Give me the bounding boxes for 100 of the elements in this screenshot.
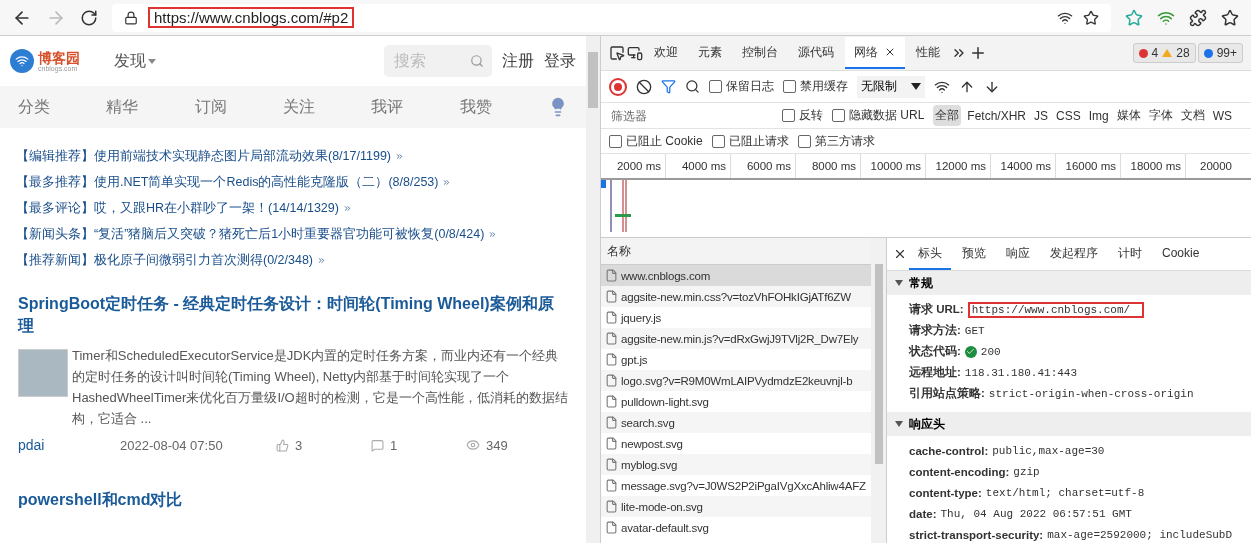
category-tab[interactable]: 精华 (106, 96, 179, 118)
timeline-tick: 10000 ms (861, 154, 926, 178)
address-bar[interactable]: https://www.cnblogs.com/#p2 (112, 3, 1111, 32)
type-filter[interactable]: CSS (1054, 106, 1083, 125)
category-tab[interactable]: 我赞 (459, 96, 532, 118)
detail-tab[interactable]: 发起程序 (1041, 238, 1107, 270)
header-key: 引用站点策略: (909, 386, 985, 401)
scrollbar-thumb[interactable] (874, 264, 883, 464)
featured-link[interactable]: 【推荐新闻】极化原子间微弱引力首次测得(0/2/348) (16, 252, 570, 269)
request-row[interactable]: logo.svg?v=R9M0WmLAIPVydmdzE2keuvnjl-b (601, 370, 871, 391)
type-filter[interactable]: WS (1210, 106, 1235, 125)
detail-tab[interactable]: 响应 (997, 238, 1039, 270)
thumbs-up-icon[interactable] (276, 438, 289, 452)
checkbox-label[interactable]: 已阻止 Cookie (609, 132, 703, 150)
puzzle-icon[interactable] (1189, 8, 1207, 27)
category-tab[interactable]: 关注 (283, 96, 355, 118)
throttle-select[interactable]: 无限制 (857, 75, 925, 98)
featured-link[interactable]: 【新闻头条】“复活”猪脑后又突破？猪死亡后1小时重要器官功能可被恢复(0/8/424) (16, 226, 570, 243)
file-icon (605, 416, 618, 429)
issues-badge[interactable]: 4 28 (1132, 43, 1196, 63)
featured-link[interactable]: 【最多推荐】使用.NET简单实现一个Redis的高性能克隆版（二）(8/8/253) (16, 174, 570, 191)
checkbox-label[interactable]: 保留日志 (709, 78, 774, 95)
request-row[interactable]: www.cnblogs.com (601, 265, 871, 286)
type-filter[interactable]: 全部 (933, 105, 962, 126)
clear-icon[interactable] (636, 78, 652, 95)
plus-icon[interactable] (969, 44, 987, 62)
header-value: max-age=2592000; includeSubD (1047, 528, 1233, 541)
file-icon (605, 458, 618, 471)
messages-badge[interactable]: 99+ (1197, 43, 1243, 63)
type-filter[interactable]: 媒体 (1114, 105, 1143, 126)
category-tab[interactable]: 分类 (18, 96, 90, 118)
category-tab[interactable]: 订阅 (194, 96, 267, 118)
view-count: 349 (486, 437, 509, 453)
filter-icon[interactable] (661, 79, 676, 94)
request-row[interactable]: aggsite-new.min.js?v=dRxGwjJ9TVlj2R_Dw7Ely (601, 328, 871, 349)
auth-link[interactable]: 登录 (544, 50, 576, 72)
detail-tab[interactable]: 计时 (1109, 238, 1151, 270)
detail-tab[interactable]: Cookie (1153, 238, 1209, 270)
type-filter[interactable]: JS (1032, 106, 1051, 125)
photo-placeholder (18, 349, 68, 397)
devtools-tab[interactable]: 源代码 (789, 37, 843, 69)
record-icon[interactable] (609, 77, 627, 96)
detail-tab[interactable]: 预览 (953, 238, 995, 270)
article-title[interactable]: SpringBoot定时任务 - 经典定时任务设计：时间轮(Timing Wheel)案例和原理 (18, 293, 568, 337)
request-row[interactable]: aggsite-new.min.css?v=tozVhFOHkIGjATf6ZW (601, 286, 871, 307)
header-key: 请求方法: (909, 323, 961, 338)
devtools-tab[interactable]: 性能 (907, 37, 949, 69)
header-value: 118.31.180.41:443 (964, 366, 1078, 379)
featured-link[interactable]: 【最多评论】哎，又跟HR在小群吵了一架！(14/14/1329) (16, 200, 570, 217)
type-filter[interactable]: Fetch/XHR (965, 106, 1029, 125)
request-row[interactable]: lite-mode-on.svg (601, 496, 871, 517)
devtools-tab[interactable]: 元素 (689, 37, 731, 69)
double-chevron-icon (317, 256, 327, 265)
timeline-tick: 6000 ms (731, 154, 796, 178)
devtools-tab[interactable]: 控制台 (733, 37, 787, 69)
file-icon (605, 374, 618, 387)
article-title[interactable]: powershell和cmd对比 (18, 489, 568, 511)
like-count: 3 (295, 437, 304, 453)
file-icon (605, 437, 618, 450)
request-row[interactable]: search.svg (601, 412, 871, 433)
type-filter[interactable]: Img (1086, 106, 1111, 125)
inspect-icon[interactable] (609, 45, 625, 61)
lock-icon (124, 10, 138, 25)
scrollbar-thumb[interactable] (588, 52, 598, 108)
reload-icon[interactable] (80, 8, 98, 27)
discover-menu[interactable]: 发现 (108, 49, 162, 73)
devtools-tab[interactable]: 网络 (845, 37, 905, 69)
featured-link[interactable]: 【编辑推荐】使用前端技术实现静态图片局部流动效果(8/17/1199) (16, 148, 570, 165)
auth-link[interactable]: 注册 (502, 50, 534, 72)
column-header[interactable]: 名称 (601, 238, 871, 265)
checkbox-label[interactable]: 第三方请求 (797, 132, 875, 150)
checkbox-label[interactable]: 已阻止请求 (711, 132, 789, 150)
author-link[interactable]: pdai (18, 437, 114, 453)
header-value: https://www.cnblogs.com/ (967, 301, 1145, 318)
section-header[interactable]: 常规 (887, 271, 1251, 295)
file-icon (605, 332, 618, 345)
request-row[interactable]: myblog.svg (601, 454, 871, 475)
timeline-tick: 12000 ms (926, 154, 991, 178)
search-icon[interactable] (685, 79, 700, 94)
article-summary: Timer和ScheduledExecutorService是JDK内置的定时任务方案，而业内还有一个经典的定时任务的设计叫时间轮(Timing Wheel), Netty内部基于时间轮实现了一个HashedWheelTimer来优化百万量级I/O超时的检测，它是一个高性能，低消耗的数据结构，它适合 ... (72, 347, 568, 428)
close-icon[interactable] (893, 247, 907, 261)
logo-text[interactable]: 博客园 (38, 50, 80, 65)
header-key: content-encoding: (909, 465, 1010, 478)
checkbox-label[interactable]: 反转 (782, 107, 823, 124)
close-icon[interactable] (884, 46, 896, 58)
section-header[interactable]: 响应头 (887, 412, 1251, 436)
type-filter[interactable]: 字体 (1146, 105, 1175, 126)
category-tab[interactable]: 我评 (371, 96, 444, 118)
type-filter[interactable]: 文档 (1178, 105, 1207, 126)
device-icon[interactable] (627, 45, 643, 61)
double-chevron-icon (442, 178, 452, 187)
favorites-icon[interactable] (1221, 8, 1239, 27)
checkbox-label[interactable]: 禁用缓存 (783, 78, 848, 95)
devtools-tab[interactable]: 欢迎 (645, 37, 687, 69)
logo-icon (10, 49, 34, 73)
timeline-tick: 8000 ms (796, 154, 861, 178)
timeline-tick: 20000 (1199, 159, 1233, 174)
favorite-star-icon[interactable] (1083, 9, 1099, 26)
check-icon (964, 345, 977, 358)
checkbox-label[interactable]: 隐藏数据 URL (832, 107, 925, 124)
